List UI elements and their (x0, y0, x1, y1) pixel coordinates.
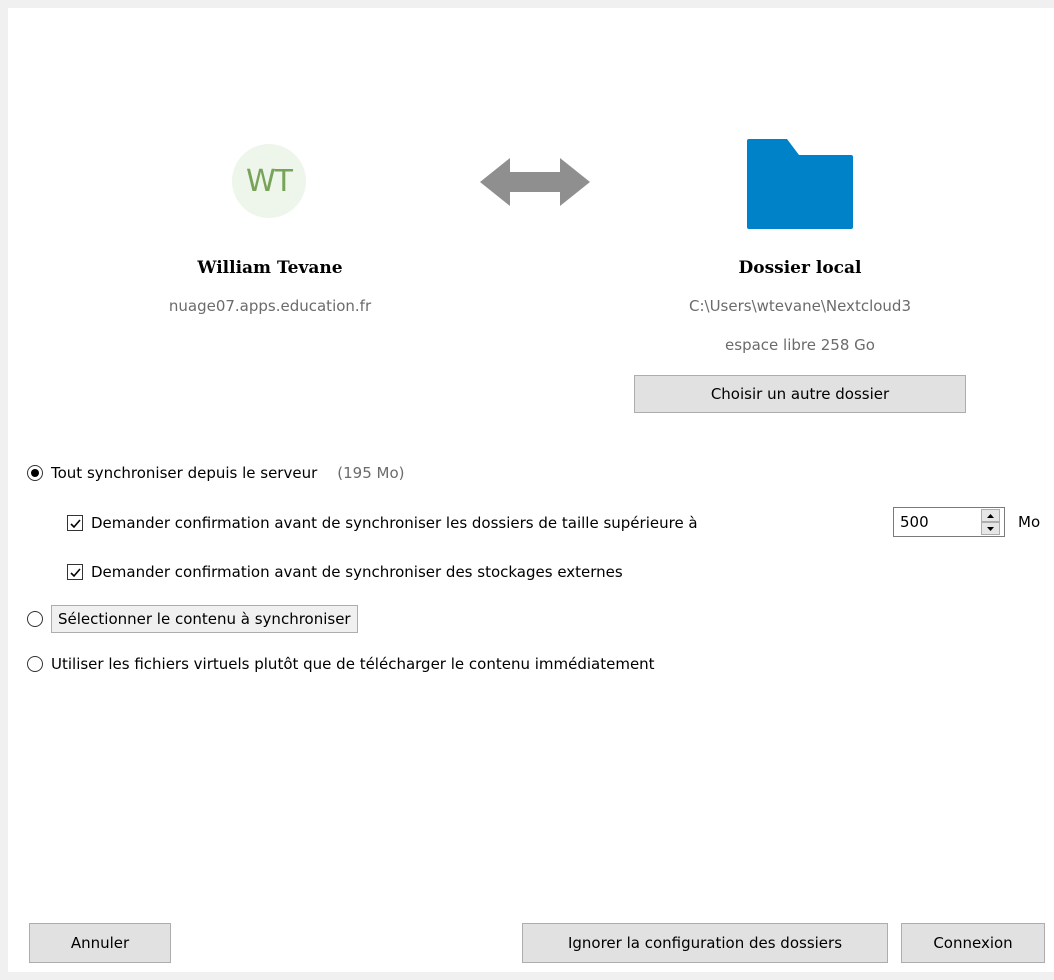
confirm-external-storage-option[interactable]: Demander confirmation avant de synchroni… (67, 560, 623, 584)
user-name: William Tevane (197, 258, 343, 278)
sync-setup-dialog: WT William Tevane nuage07.apps.education… (0, 0, 1054, 980)
virtual-files-option[interactable]: Utiliser les fichiers virtuels plutôt qu… (27, 652, 655, 676)
confirm-external-checkbox[interactable] (67, 564, 83, 580)
skip-folder-config-button[interactable]: Ignorer la configuration des dossiers (522, 923, 888, 963)
confirm-large-label[interactable]: Demander confirmation avant de synchroni… (91, 514, 698, 532)
confirm-large-folders-option[interactable]: Demander confirmation avant de synchroni… (67, 511, 698, 535)
folder-icon (747, 139, 853, 229)
sync-all-label[interactable]: Tout synchroniser depuis le serveur (51, 464, 317, 482)
checkmark-icon (69, 518, 81, 528)
confirm-large-checkbox[interactable] (67, 515, 83, 531)
cancel-button[interactable]: Annuler (29, 923, 171, 963)
bidirectional-arrow-icon (480, 158, 590, 206)
server-url: nuage07.apps.education.fr (168, 297, 372, 315)
sync-size-note: (195 Mo) (337, 464, 405, 482)
size-unit-label: Mo (1018, 513, 1041, 531)
sync-all-option[interactable]: Tout synchroniser depuis le serveur (195… (27, 461, 404, 485)
spin-up-button[interactable] (981, 509, 1000, 522)
caret-up-icon (987, 513, 994, 518)
avatar-initials: WT (246, 163, 293, 199)
dialog-content (8, 8, 1054, 972)
connect-button[interactable]: Connexion (901, 923, 1045, 963)
checkmark-icon (69, 567, 81, 577)
select-content-button[interactable]: Sélectionner le contenu à synchroniser (51, 605, 358, 633)
sync-all-radio[interactable] (27, 465, 43, 481)
select-content-radio[interactable] (27, 611, 43, 627)
caret-down-icon (987, 526, 994, 531)
select-content-option[interactable]: Sélectionner le contenu à synchroniser (27, 604, 358, 634)
choose-folder-button[interactable]: Choisir un autre dossier (634, 375, 966, 413)
free-space-label: espace libre 258 Go (725, 336, 875, 354)
virtual-files-label[interactable]: Utiliser les fichiers virtuels plutôt qu… (51, 655, 655, 673)
local-folder-path: C:\Users\wtevane\Nextcloud3 (689, 297, 911, 315)
virtual-files-radio[interactable] (27, 656, 43, 672)
confirm-external-label[interactable]: Demander confirmation avant de synchroni… (91, 563, 623, 581)
size-limit-input[interactable] (894, 508, 974, 536)
user-avatar: WT (232, 144, 306, 218)
size-limit-spinbox[interactable] (893, 507, 1005, 537)
local-folder-title: Dossier local (738, 258, 862, 278)
spin-down-button[interactable] (981, 522, 1000, 535)
